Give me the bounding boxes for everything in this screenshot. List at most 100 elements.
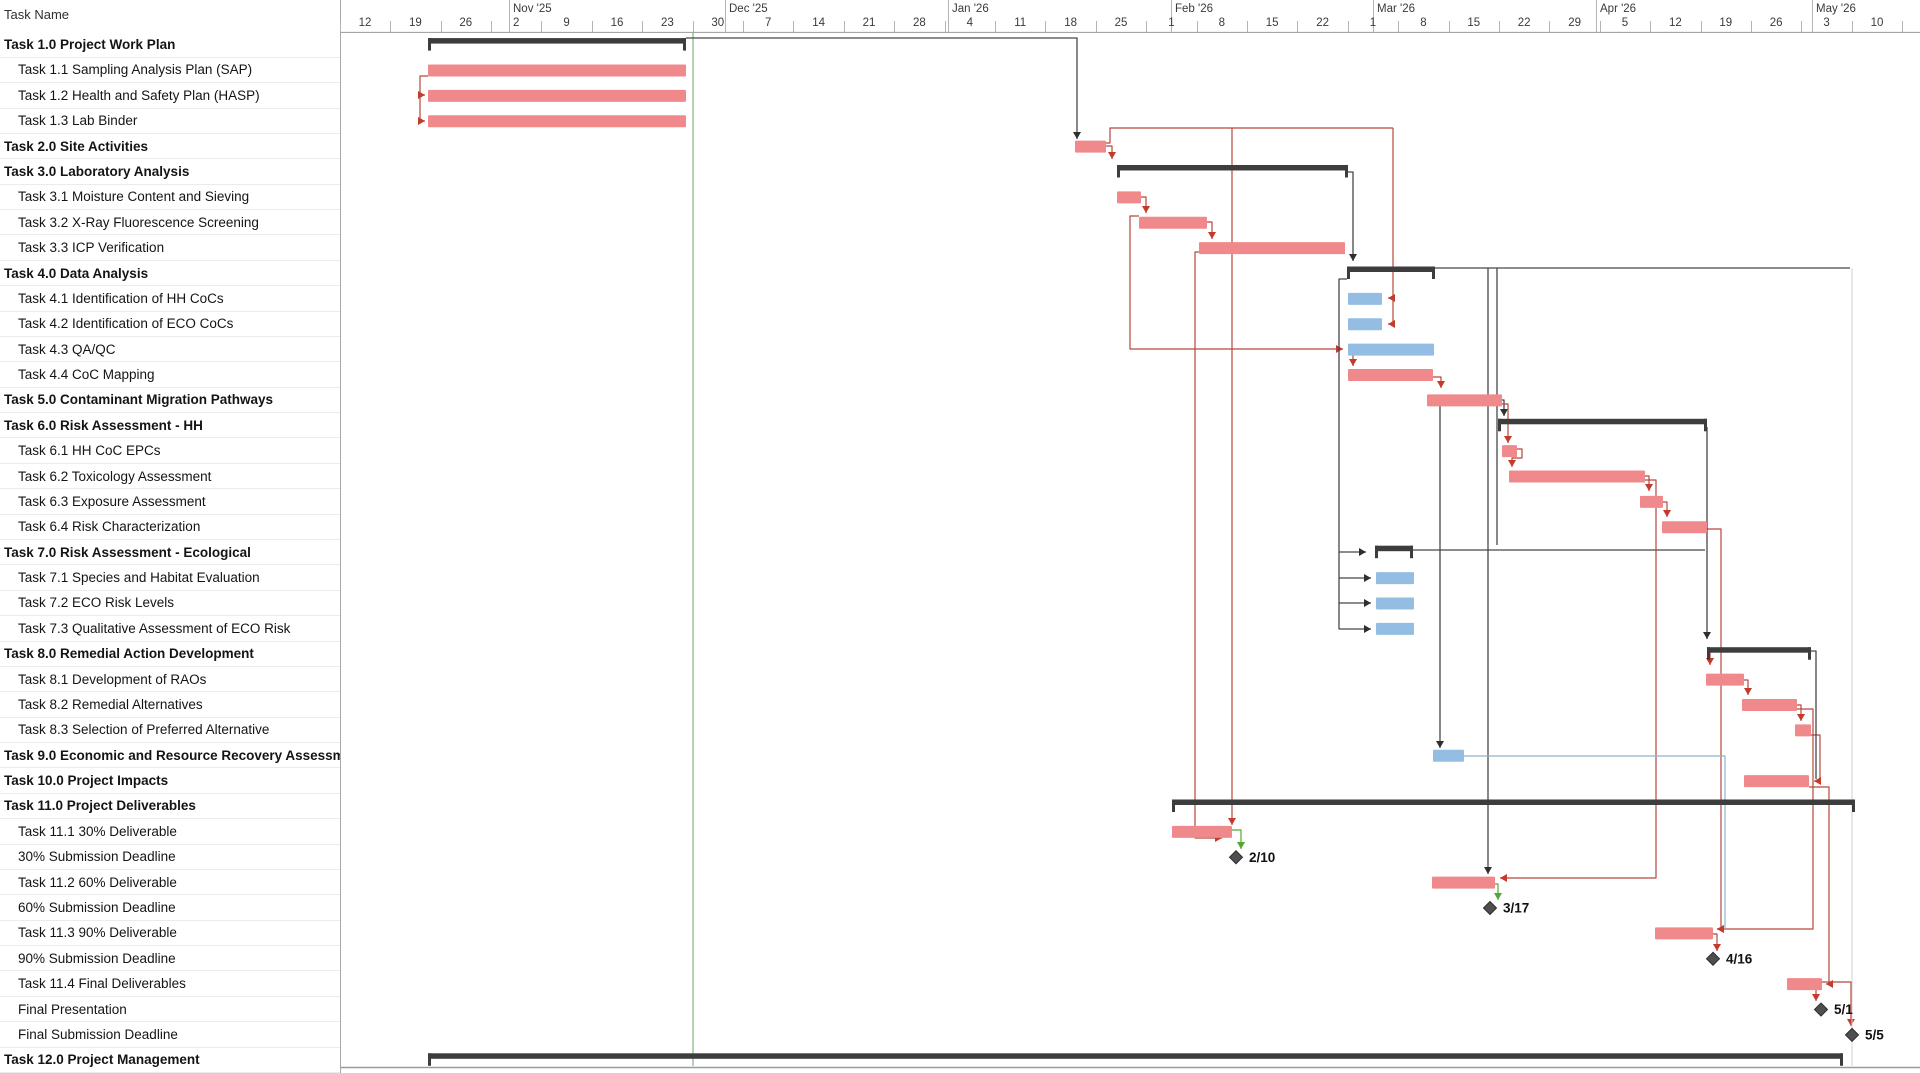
- task-bar[interactable]: [1172, 826, 1232, 838]
- task-row[interactable]: Task 7.0 Risk Assessment - Ecological: [0, 540, 340, 565]
- task-row[interactable]: Task 3.0 Laboratory Analysis: [0, 159, 340, 184]
- task-bar[interactable]: [428, 115, 686, 127]
- task-bar[interactable]: [1655, 927, 1713, 939]
- task-row[interactable]: Task 1.1 Sampling Analysis Plan (SAP): [0, 58, 340, 83]
- task-row[interactable]: Task 4.4 CoC Mapping: [0, 362, 340, 387]
- task-row[interactable]: Task 5.0 Contaminant Migration Pathways: [0, 388, 340, 413]
- task-row[interactable]: Task 8.2 Remedial Alternatives: [0, 692, 340, 717]
- milestone-diamond[interactable]: [1846, 1028, 1859, 1041]
- week-label: 18: [1064, 17, 1077, 29]
- task-bar[interactable]: [1199, 242, 1345, 254]
- week-label: 4: [967, 17, 973, 29]
- task-bar[interactable]: [1348, 369, 1433, 381]
- week-label: 26: [459, 17, 472, 29]
- task-row[interactable]: Task 6.1 HH CoC EPCs: [0, 438, 340, 463]
- task-row[interactable]: Task 3.1 Moisture Content and Sieving: [0, 185, 340, 210]
- summary-bar[interactable]: [1347, 267, 1435, 280]
- summary-bar[interactable]: [1375, 546, 1413, 559]
- task-row[interactable]: Final Submission Deadline: [0, 1022, 340, 1047]
- task-row[interactable]: Task 4.0 Data Analysis: [0, 261, 340, 286]
- task-bar[interactable]: [1427, 394, 1502, 406]
- task-bar[interactable]: [428, 64, 686, 76]
- task-bar[interactable]: [1376, 572, 1414, 584]
- task-bar[interactable]: [1376, 597, 1414, 609]
- task-row[interactable]: Task 11.4 Final Deliverables: [0, 971, 340, 996]
- task-row[interactable]: Task 7.2 ECO Risk Levels: [0, 591, 340, 616]
- week-label: 25: [1115, 17, 1128, 29]
- week-tick: [1701, 21, 1702, 32]
- task-bar[interactable]: [1348, 344, 1434, 356]
- month-tick: [509, 0, 510, 32]
- task-row[interactable]: Task 6.2 Toxicology Assessment: [0, 464, 340, 489]
- task-bar[interactable]: [1348, 318, 1382, 330]
- link-arrowhead: [1500, 409, 1508, 416]
- task-bar[interactable]: [1662, 521, 1707, 533]
- task-bar[interactable]: [1795, 724, 1811, 736]
- link-arrowhead: [1663, 510, 1671, 517]
- task-bar[interactable]: [1742, 699, 1797, 711]
- task-row[interactable]: Task 4.1 Identification of HH CoCs: [0, 286, 340, 311]
- task-bar[interactable]: [1348, 293, 1382, 305]
- task-bar[interactable]: [1509, 471, 1645, 483]
- task-row[interactable]: 30% Submission Deadline: [0, 845, 340, 870]
- task-bar[interactable]: [1376, 623, 1414, 635]
- week-label: 21: [863, 17, 876, 29]
- task-row[interactable]: Task 7.3 Qualitative Assessment of ECO R…: [0, 616, 340, 641]
- link-arrowhead: [1364, 625, 1371, 633]
- task-row[interactable]: Task 11.3 90% Deliverable: [0, 921, 340, 946]
- task-row[interactable]: Task 3.2 X-Ray Fluorescence Screening: [0, 210, 340, 235]
- week-tick: [743, 21, 744, 32]
- task-row[interactable]: Task 1.0 Project Work Plan: [0, 32, 340, 57]
- summary-bar[interactable]: [428, 38, 686, 51]
- task-row[interactable]: Final Presentation: [0, 997, 340, 1022]
- dependency-link-line: [1348, 172, 1353, 261]
- task-row[interactable]: Task 6.3 Exposure Assessment: [0, 489, 340, 514]
- link-arrowhead: [1744, 688, 1752, 695]
- task-bar[interactable]: [1706, 674, 1744, 686]
- task-row[interactable]: Task 6.0 Risk Assessment - HH: [0, 413, 340, 438]
- week-label: 19: [1719, 17, 1732, 29]
- task-bar[interactable]: [1787, 978, 1822, 990]
- task-bar[interactable]: [1117, 191, 1141, 203]
- week-label: 14: [812, 17, 825, 29]
- task-bar[interactable]: [1075, 141, 1106, 153]
- task-row[interactable]: Task 10.0 Project Impacts: [0, 768, 340, 793]
- task-row[interactable]: Task 4.3 QA/QC: [0, 337, 340, 362]
- summary-bar[interactable]: [1172, 799, 1855, 812]
- task-row[interactable]: Task 7.1 Species and Habitat Evaluation: [0, 565, 340, 590]
- task-row[interactable]: Task 9.0 Economic and Resource Recovery …: [0, 743, 340, 768]
- task-bar[interactable]: [1640, 496, 1663, 508]
- task-row[interactable]: Task 8.0 Remedial Action Development: [0, 642, 340, 667]
- month-label: Jan '26: [952, 3, 989, 15]
- task-row[interactable]: Task 11.1 30% Deliverable: [0, 819, 340, 844]
- summary-bar[interactable]: [428, 1053, 1843, 1066]
- task-row[interactable]: 90% Submission Deadline: [0, 946, 340, 971]
- task-row[interactable]: 60% Submission Deadline: [0, 895, 340, 920]
- milestone-diamond[interactable]: [1815, 1003, 1828, 1016]
- task-row[interactable]: Task 12.0 Project Management: [0, 1048, 340, 1073]
- task-row[interactable]: Task 6.4 Risk Characterization: [0, 515, 340, 540]
- task-bar[interactable]: [1502, 445, 1517, 457]
- milestone-diamond[interactable]: [1707, 952, 1720, 965]
- link-arrowhead: [1713, 944, 1721, 951]
- task-bar[interactable]: [1432, 877, 1495, 889]
- task-row[interactable]: Task 1.2 Health and Safety Plan (HASP): [0, 83, 340, 108]
- task-bar[interactable]: [1139, 217, 1207, 229]
- task-row[interactable]: Task 8.1 Development of RAOs: [0, 667, 340, 692]
- task-bar[interactable]: [1744, 775, 1809, 787]
- task-row[interactable]: Task 4.2 Identification of ECO CoCs: [0, 312, 340, 337]
- task-row[interactable]: Task 11.2 60% Deliverable: [0, 870, 340, 895]
- task-row[interactable]: Task 8.3 Selection of Preferred Alternat…: [0, 718, 340, 743]
- milestone-diamond[interactable]: [1230, 851, 1243, 864]
- task-row[interactable]: Task 2.0 Site Activities: [0, 134, 340, 159]
- link-arrowhead: [1703, 632, 1711, 639]
- task-row[interactable]: Task 1.3 Lab Binder: [0, 109, 340, 134]
- milestone-diamond[interactable]: [1484, 902, 1497, 915]
- task-bar[interactable]: [1433, 750, 1464, 762]
- task-row[interactable]: Task 11.0 Project Deliverables: [0, 794, 340, 819]
- summary-bar[interactable]: [1498, 419, 1707, 432]
- summary-bar[interactable]: [1707, 647, 1811, 660]
- task-bar[interactable]: [428, 90, 686, 102]
- task-row[interactable]: Task 3.3 ICP Verification: [0, 235, 340, 260]
- week-tick: [541, 21, 542, 32]
